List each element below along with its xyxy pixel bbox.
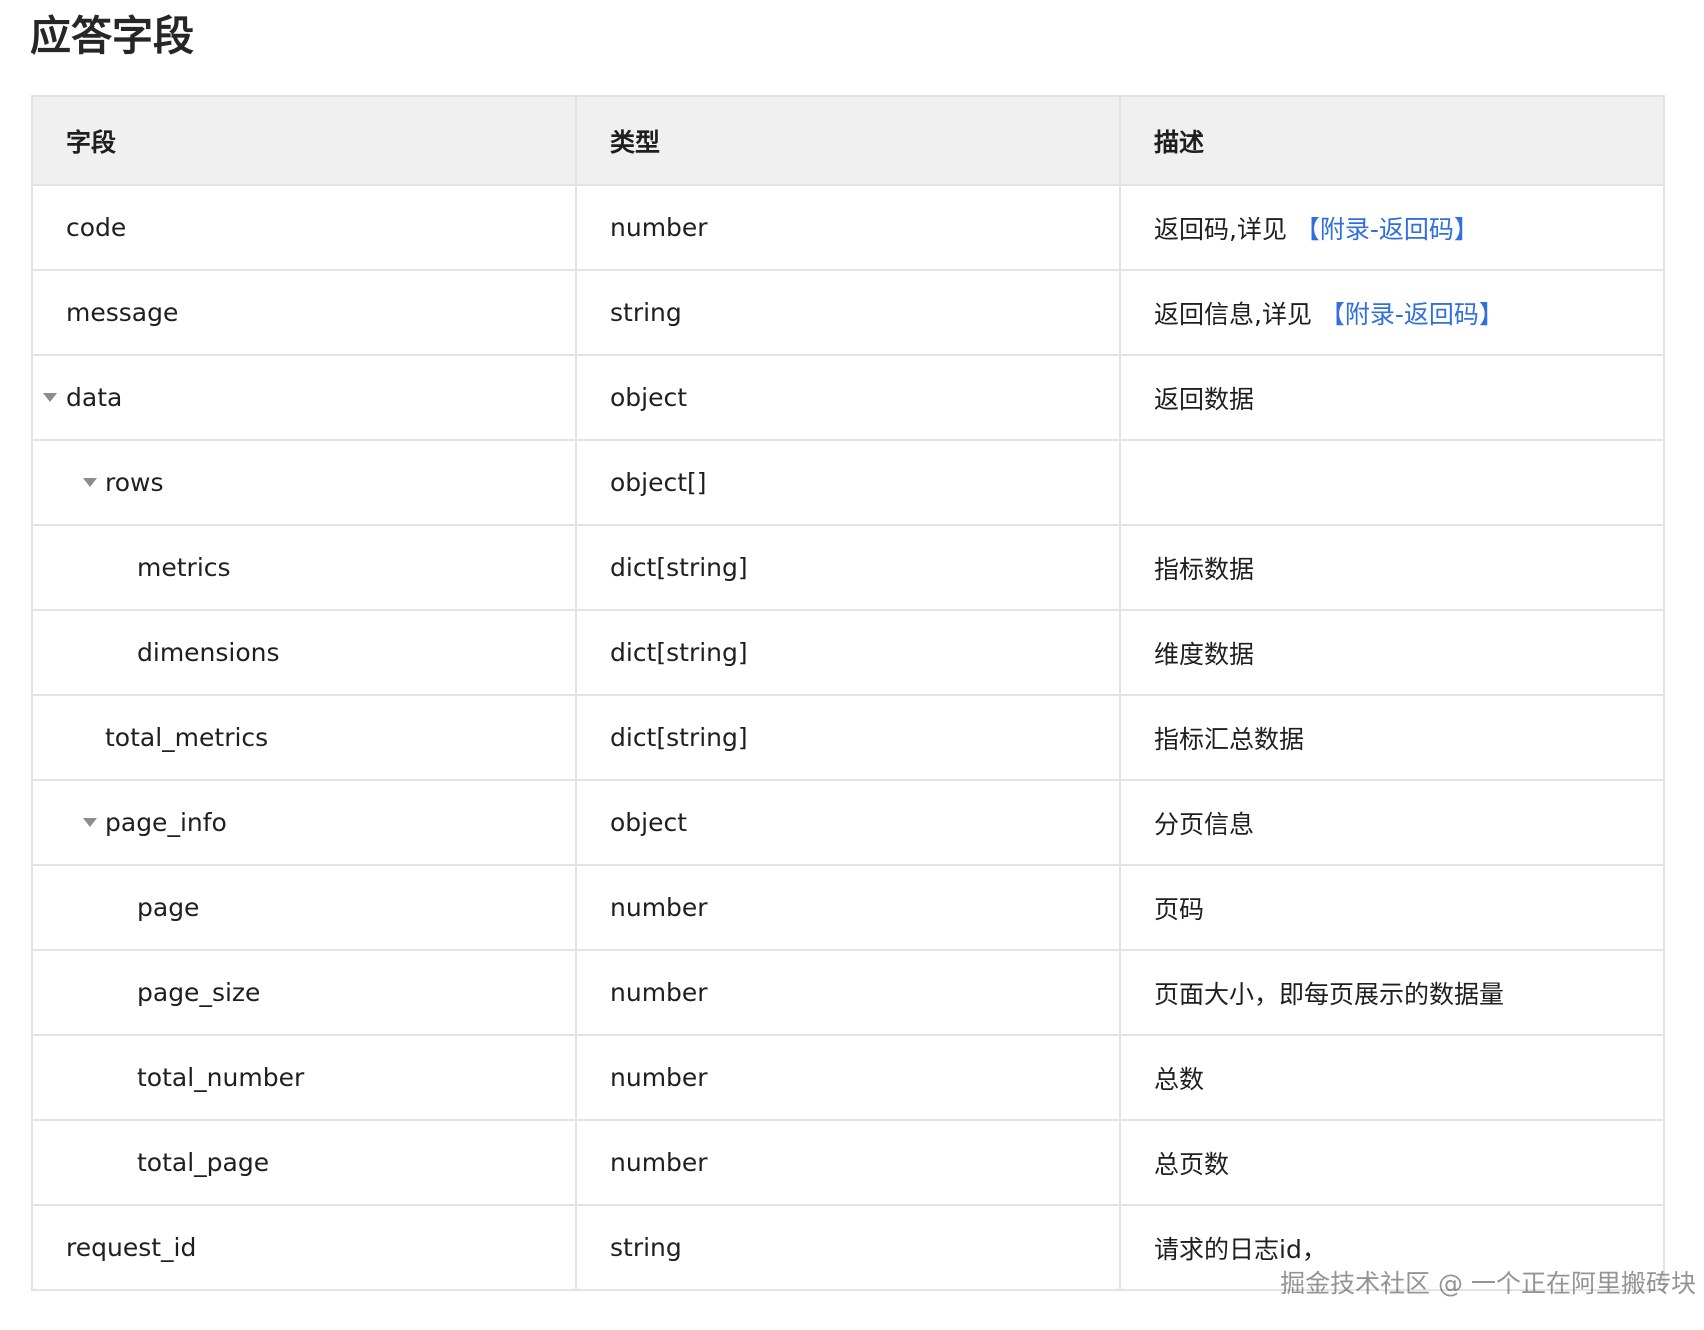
desc-cell: 指标数据	[1119, 524, 1665, 611]
desc-cell: 页码	[1119, 864, 1665, 951]
page-title: 应答字段	[30, 12, 194, 60]
field-name: total_page	[137, 1148, 270, 1177]
table-header-row: 字段 类型 描述	[31, 95, 1665, 186]
appendix-return-code-link[interactable]: 【附录-返回码】	[1295, 215, 1479, 244]
field-name: request_id	[66, 1233, 197, 1262]
table-row: message string 返回信息,详见 【附录-返回码】	[31, 269, 1665, 356]
table-row: page number 页码	[31, 864, 1665, 951]
field-cell: metrics	[31, 524, 577, 611]
type-cell: object	[575, 354, 1121, 441]
field-cell: dimensions	[31, 609, 577, 696]
field-cell: code	[31, 184, 577, 271]
collapse-caret-icon[interactable]	[83, 477, 97, 487]
field-cell: rows	[31, 439, 577, 526]
table-row: total_metrics dict[string] 指标汇总数据	[31, 694, 1665, 781]
table-row: page_size number 页面大小，即每页展示的数据量	[31, 949, 1665, 1036]
desc-cell: 返回信息,详见 【附录-返回码】	[1119, 269, 1665, 356]
type-cell: string	[575, 1204, 1121, 1291]
appendix-return-code-link[interactable]: 【附录-返回码】	[1320, 300, 1504, 329]
desc-cell: 维度数据	[1119, 609, 1665, 696]
type-cell: object[]	[575, 439, 1121, 526]
field-name: page_size	[137, 978, 261, 1007]
type-cell: dict[string]	[575, 694, 1121, 781]
field-name: page	[137, 893, 200, 922]
type-cell: object	[575, 779, 1121, 866]
field-name: code	[66, 213, 127, 242]
field-name: data	[66, 383, 123, 412]
field-name: message	[66, 298, 179, 327]
type-cell: number	[575, 184, 1121, 271]
type-cell: number	[575, 1034, 1121, 1121]
type-cell: string	[575, 269, 1121, 356]
table-row: total_page number 总页数	[31, 1119, 1665, 1206]
field-cell: page_size	[31, 949, 577, 1036]
table-row: metrics dict[string] 指标数据	[31, 524, 1665, 611]
field-cell: page_info	[31, 779, 577, 866]
desc-cell: 页面大小，即每页展示的数据量	[1119, 949, 1665, 1036]
desc-cell: 返回码,详见 【附录-返回码】	[1119, 184, 1665, 271]
desc-text: 返回信息,详见	[1154, 299, 1320, 329]
field-cell: data	[31, 354, 577, 441]
collapse-caret-icon[interactable]	[83, 817, 97, 827]
type-cell: dict[string]	[575, 524, 1121, 611]
table-row: total_number number 总数	[31, 1034, 1665, 1121]
field-name: total_number	[137, 1063, 305, 1092]
field-cell: message	[31, 269, 577, 356]
field-cell: request_id	[31, 1204, 577, 1291]
field-name: metrics	[137, 553, 231, 582]
field-cell: total_page	[31, 1119, 577, 1206]
header-desc: 描述	[1119, 95, 1665, 186]
field-name: total_metrics	[105, 723, 269, 752]
header-field: 字段	[31, 95, 577, 186]
field-name: dimensions	[137, 638, 280, 667]
type-cell: number	[575, 1119, 1121, 1206]
field-cell: page	[31, 864, 577, 951]
collapse-caret-icon[interactable]	[43, 392, 57, 402]
type-cell: number	[575, 864, 1121, 951]
desc-cell: 总数	[1119, 1034, 1665, 1121]
field-cell: total_number	[31, 1034, 577, 1121]
response-fields-table: 字段 类型 描述 code number 返回码,详见 【附录-返回码】 mes…	[31, 95, 1665, 1291]
table-row: dimensions dict[string] 维度数据	[31, 609, 1665, 696]
header-type: 类型	[575, 95, 1121, 186]
desc-cell: 分页信息	[1119, 779, 1665, 866]
desc-cell: 请求的日志id，	[1119, 1204, 1665, 1291]
field-cell: total_metrics	[31, 694, 577, 781]
type-cell: dict[string]	[575, 609, 1121, 696]
desc-cell: 指标汇总数据	[1119, 694, 1665, 781]
table-row: code number 返回码,详见 【附录-返回码】	[31, 184, 1665, 271]
desc-cell: 返回数据	[1119, 354, 1665, 441]
desc-cell	[1119, 439, 1665, 526]
field-name: page_info	[105, 808, 227, 837]
desc-cell: 总页数	[1119, 1119, 1665, 1206]
table-row: page_info object 分页信息	[31, 779, 1665, 866]
desc-text: 返回码,详见	[1154, 214, 1295, 244]
table-row: rows object[]	[31, 439, 1665, 526]
table-row: request_id string 请求的日志id，	[31, 1204, 1665, 1291]
table-row: data object 返回数据	[31, 354, 1665, 441]
type-cell: number	[575, 949, 1121, 1036]
field-name: rows	[105, 468, 164, 497]
